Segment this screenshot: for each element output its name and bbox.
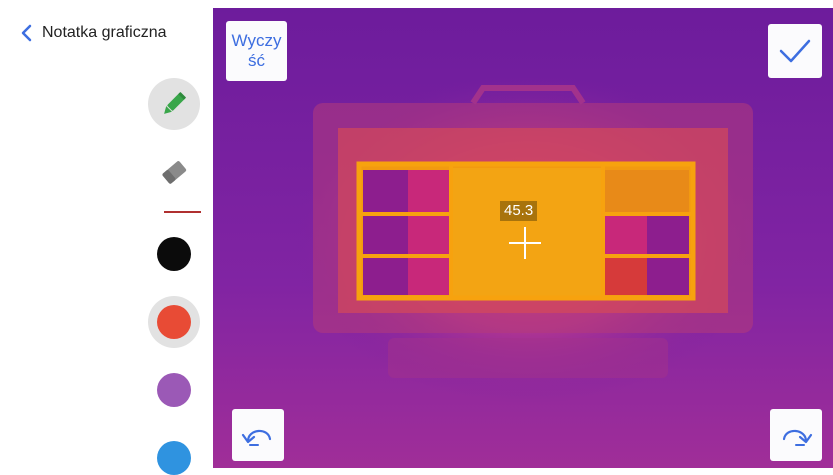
clear-button-label-line1: Wyczy bbox=[231, 31, 282, 50]
eraser-icon bbox=[162, 161, 187, 184]
pencil-icon bbox=[164, 91, 187, 114]
redo-icon bbox=[782, 429, 813, 446]
chevron-left-icon bbox=[21, 24, 32, 42]
temperature-readout: 45.3 bbox=[500, 201, 538, 221]
sidebar: Notatka graficzna bbox=[0, 0, 213, 475]
checkmark-icon bbox=[779, 39, 811, 63]
page-title: Notatka graficzna bbox=[42, 24, 167, 41]
redo-button[interactable] bbox=[770, 409, 822, 461]
pencil-tool-button[interactable] bbox=[148, 78, 200, 130]
thermal-image-canvas[interactable]: Wyczy ść 45.3 bbox=[213, 8, 833, 468]
undo-icon bbox=[241, 429, 272, 446]
color-swatch-black[interactable] bbox=[157, 237, 191, 271]
back-button[interactable]: Notatka graficzna bbox=[20, 24, 167, 42]
confirm-button[interactable] bbox=[768, 24, 822, 78]
undo-button[interactable] bbox=[232, 409, 284, 461]
eraser-tool-button[interactable] bbox=[148, 146, 200, 198]
color-swatch-purple[interactable] bbox=[157, 373, 191, 407]
color-separator bbox=[164, 211, 201, 213]
clear-button[interactable]: Wyczy ść bbox=[226, 21, 287, 81]
crosshair-icon bbox=[509, 227, 541, 259]
color-swatch-blue[interactable] bbox=[157, 441, 191, 475]
color-swatch-red[interactable] bbox=[157, 305, 191, 339]
clear-button-label-line2: ść bbox=[248, 51, 265, 70]
